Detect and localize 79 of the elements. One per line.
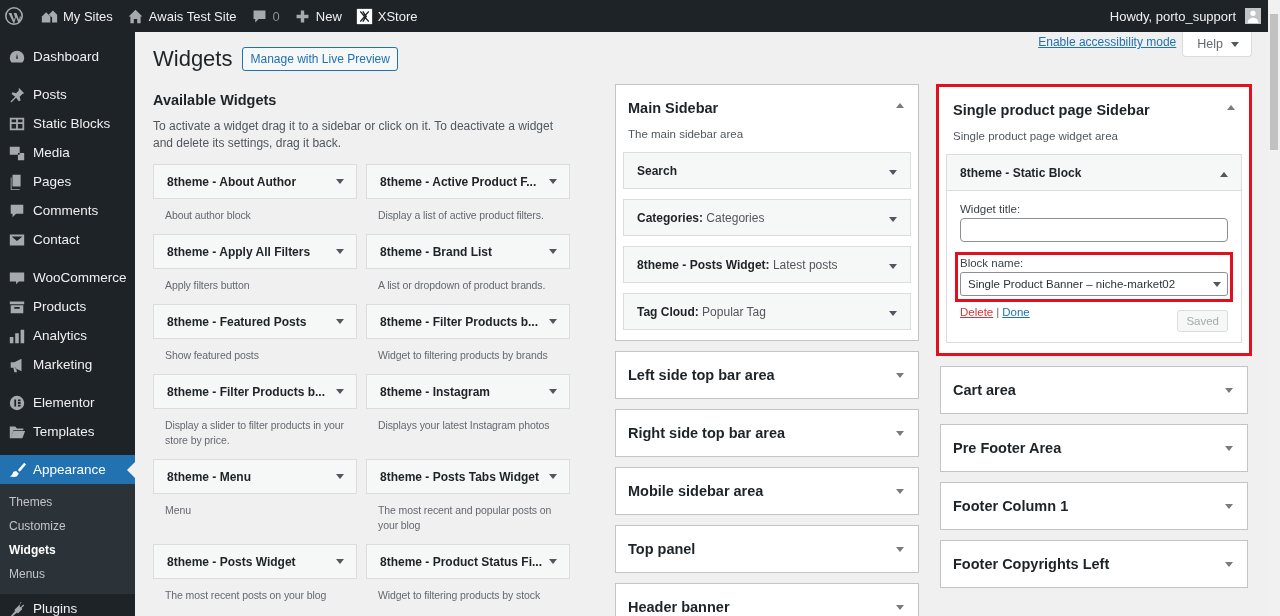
menu-item[interactable]: Plugins xyxy=(0,594,135,616)
widget-description: The most recent posts on your blog xyxy=(164,588,328,603)
dropdown[interactable]: Single Product Banner – niche-market02 xyxy=(960,272,1228,296)
widget-title[interactable]: Search xyxy=(637,163,678,178)
widget-item[interactable]: 8theme - Filter Products b... xyxy=(366,304,570,339)
widget-description: About author block xyxy=(164,208,252,223)
done-link[interactable]: Done xyxy=(1002,306,1030,318)
page-title: Widgets xyxy=(153,46,233,72)
widget-description: Display a slider to filter products in your store by price. xyxy=(164,418,345,448)
widget-description: Show featured posts xyxy=(164,348,260,363)
widget-item[interactable]: 8theme - About Author xyxy=(153,164,357,199)
widget-description: Apply filters button xyxy=(164,278,251,293)
field-label: Widget title: xyxy=(960,203,1022,215)
sidebar-title[interactable]: Footer Column 1 xyxy=(953,498,1069,514)
widget-title[interactable]: 8theme - Static Block xyxy=(960,165,1082,180)
widget-item[interactable]: 8theme - Brand List xyxy=(366,234,570,269)
menu-item[interactable]: Static Blocks xyxy=(0,109,135,138)
widget-description: Widget to filtering products by brands xyxy=(377,348,549,363)
widget-item[interactable]: 8theme - Instagram xyxy=(366,374,570,409)
widget-title[interactable]: Categories: Categories xyxy=(637,210,765,225)
admin-bar-item[interactable]: My Sites xyxy=(34,7,120,25)
menu-item[interactable]: Templates xyxy=(0,417,135,446)
sidebar-description: The main sidebar area xyxy=(627,127,745,142)
sidebar-title[interactable]: Right side top bar area xyxy=(628,425,786,441)
admin-bar-item[interactable]: Awais Test Site xyxy=(119,7,244,25)
widget-title[interactable]: Tag Cloud: Popular Tag xyxy=(637,304,766,319)
submenu-item[interactable]: Themes xyxy=(0,490,135,514)
menu-item[interactable]: Posts xyxy=(0,80,135,109)
submenu-item[interactable]: Customize xyxy=(0,514,135,538)
account-menu[interactable]: Howdy, porto_support xyxy=(1102,8,1268,24)
widget-title[interactable]: 8theme - Posts Widget: Latest posts xyxy=(637,257,838,272)
menu-item[interactable]: Comments xyxy=(0,196,135,225)
sidebar-title[interactable]: Pre Footer Area xyxy=(953,440,1062,456)
sidebar-title[interactable]: Top panel xyxy=(628,541,696,557)
delete-link[interactable]: Delete xyxy=(960,306,994,318)
widget-item[interactable]: 8theme - Apply All Filters xyxy=(153,234,357,269)
widget-description: Display a list of active product filters. xyxy=(377,208,545,223)
sidebar-title[interactable]: Left side top bar area xyxy=(628,367,775,383)
menu-item[interactable]: Appearance xyxy=(0,455,135,484)
admin-bar-item[interactable]: XStore xyxy=(348,7,425,25)
menu-item[interactable]: Products xyxy=(0,292,135,321)
menu-item[interactable]: Marketing xyxy=(0,350,135,379)
widget-item[interactable]: 8theme - Product Status Fi... xyxy=(366,544,570,579)
widget-item[interactable]: 8theme - Posts Widget xyxy=(153,544,357,579)
widget-description: The most recent and popular posts on your blog xyxy=(377,503,553,533)
accessibility-link[interactable]: Enable accessibility mode xyxy=(1038,35,1177,49)
menu-item[interactable]: Media xyxy=(0,138,135,167)
admin-bar-item[interactable]: New xyxy=(286,7,349,25)
live-preview-button[interactable]: Manage with Live Preview xyxy=(242,47,398,71)
sidebar-title[interactable]: Header banner xyxy=(628,599,730,615)
sidebar-title[interactable]: Mobile sidebar area xyxy=(628,483,764,499)
sidebar-title[interactable]: Cart area xyxy=(953,382,1016,398)
widget-description: A list or dropdown of product brands. xyxy=(377,278,547,293)
widget-item[interactable]: 8theme - Posts Tabs Widget xyxy=(366,459,570,494)
menu-item[interactable]: Analytics xyxy=(0,321,135,350)
help-button[interactable]: Help xyxy=(1182,32,1252,57)
section-description: To activate a widget drag it to a sidebar or click on it. To deactivate a widget and delete its settings, drag it back. xyxy=(153,118,554,152)
submenu-item[interactable]: Menus xyxy=(0,562,135,586)
admin-bar-item[interactable]: 0 xyxy=(243,7,287,25)
menu-item[interactable]: Pages xyxy=(0,167,135,196)
widget-item[interactable]: 8theme - Filter Products b... xyxy=(153,374,357,409)
widget-description: Displays your latest Instagram photos xyxy=(377,418,551,433)
menu-item[interactable]: Dashboard xyxy=(0,42,135,71)
menu-item[interactable]: WooCommerce xyxy=(0,263,135,292)
field-label: Block name: xyxy=(960,257,1025,269)
section-title: Available Widgets xyxy=(153,92,278,108)
submenu-item[interactable]: Widgets xyxy=(0,538,135,562)
widget-description: Menu xyxy=(164,503,192,518)
widget-item[interactable]: 8theme - Active Product F... xyxy=(366,164,570,199)
sidebar-description: Single product page widget area xyxy=(952,129,1119,144)
widget-item[interactable]: 8theme - Featured Posts xyxy=(153,304,357,339)
menu-item[interactable]: Contact xyxy=(0,225,135,254)
widget-item[interactable]: 8theme - Menu xyxy=(153,459,357,494)
sidebar-title[interactable]: Single product page Sidebar xyxy=(953,102,1150,118)
menu-item[interactable]: Elementor xyxy=(0,388,135,417)
widget-description: Widget to filtering products by stock xyxy=(377,588,542,603)
sidebar-title[interactable]: Main Sidebar xyxy=(628,100,719,116)
separator: | xyxy=(996,306,1000,318)
sidebar-title[interactable]: Footer Copyrights Left xyxy=(953,556,1110,572)
